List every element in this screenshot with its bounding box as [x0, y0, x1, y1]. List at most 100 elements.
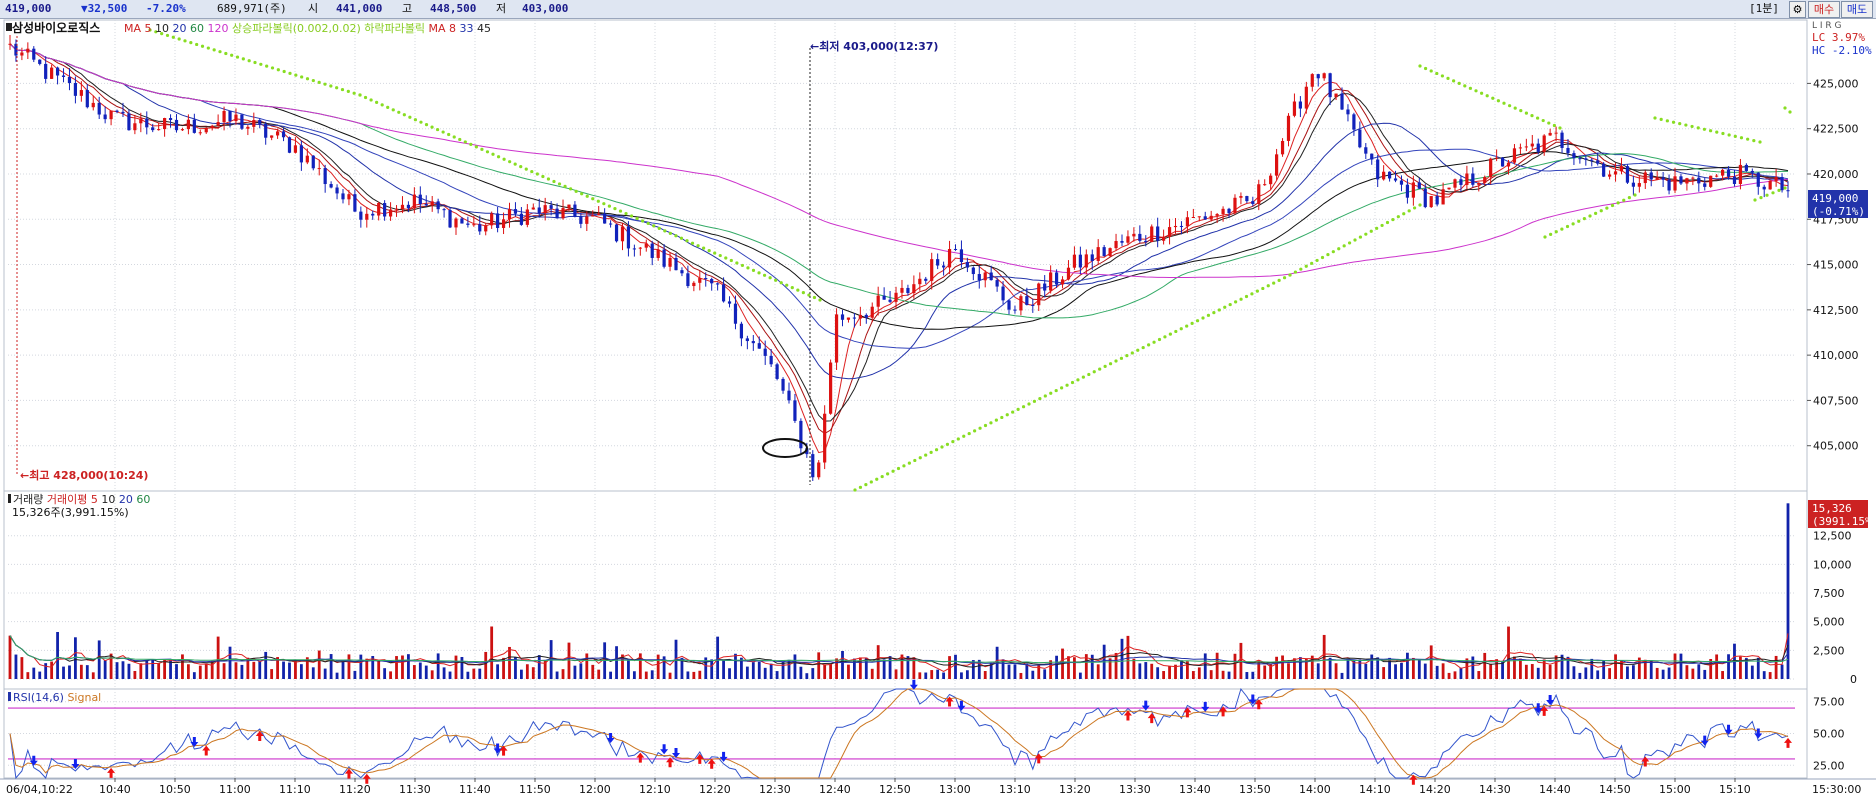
candle-body: [466, 223, 470, 225]
sar-dot: [380, 103, 384, 107]
volume-bar: [1287, 663, 1290, 679]
sar-dot: [502, 157, 506, 161]
candle-body: [751, 341, 755, 344]
volume-bar: [1631, 665, 1635, 679]
candle-body: [1512, 148, 1517, 163]
candle-body: [721, 284, 726, 302]
sar-dot: [419, 120, 423, 124]
volume-bar: [341, 660, 345, 679]
sar-dot: [757, 271, 761, 275]
candle-body: [1453, 179, 1457, 188]
candle-body: [769, 355, 773, 365]
sar-dot: [358, 93, 362, 97]
sar-dot: [690, 241, 695, 245]
candle-body: [1709, 175, 1713, 187]
volume-bar: [585, 653, 589, 679]
sar-dot: [1168, 332, 1172, 336]
sar-dot: [574, 189, 578, 193]
sar-dot: [1468, 86, 1472, 90]
candle-body: [1560, 132, 1564, 148]
candle-body: [198, 132, 202, 134]
sar-dot: [1125, 354, 1129, 358]
candle-body: [1037, 283, 1041, 306]
sar-dot: [812, 295, 817, 300]
volume-bar: [1762, 671, 1766, 679]
volume-bar: [781, 661, 785, 679]
candle-body: [1506, 162, 1511, 167]
candle-body: [531, 207, 535, 210]
volume-bar: [234, 662, 238, 679]
sar-dot: [1665, 119, 1669, 123]
sar-dot: [1337, 247, 1341, 251]
price-tick-label: 405,000: [1813, 440, 1859, 453]
volume-bar: [79, 664, 83, 679]
volume-bar: [401, 655, 404, 679]
sar-dot: [1541, 118, 1545, 123]
sar-dot: [1552, 123, 1556, 128]
candle-body: [1191, 217, 1195, 219]
sar-dot: [679, 236, 684, 240]
sar-dot: [875, 477, 879, 481]
sar-dot: [1000, 415, 1004, 420]
volume-bar: [930, 670, 934, 679]
volume-bar: [1245, 672, 1249, 679]
volume-bar: [1774, 655, 1778, 679]
legend-item: 거래이평: [43, 493, 87, 506]
candle-body: [555, 208, 559, 219]
volume-bar: [1661, 669, 1665, 679]
sar-dot: [508, 160, 512, 164]
candle-body: [383, 203, 387, 217]
sar-dot: [1092, 370, 1096, 374]
candle-body: [1590, 159, 1594, 161]
sar-dot: [1217, 308, 1221, 312]
sar-dot: [796, 288, 800, 292]
volume-bar: [1334, 663, 1338, 679]
sar-dot: [218, 50, 222, 54]
volume-bar: [609, 671, 612, 679]
legend-item: 하락파라볼릭: [361, 21, 425, 35]
sar-dot: [1702, 127, 1707, 131]
ma-line: [9, 43, 1788, 319]
sar-dot: [1239, 297, 1243, 301]
candle-body: [1584, 158, 1588, 160]
volume-bar: [1750, 665, 1754, 679]
candle-body: [1346, 109, 1350, 115]
x-tick-label: 11:10: [279, 783, 311, 796]
sar-dot: [1671, 120, 1676, 124]
sar-dot: [1081, 375, 1085, 379]
sar-dot: [1315, 258, 1319, 263]
candle-body: [1245, 196, 1249, 202]
volume-bar: [1043, 669, 1047, 679]
sar-dot: [1412, 206, 1417, 210]
candle-body: [900, 287, 904, 293]
volume-bar: [466, 671, 470, 679]
volume-bar: [448, 671, 452, 679]
candle-body: [662, 249, 666, 267]
volume-bar: [650, 670, 654, 679]
candle-body: [1292, 101, 1297, 116]
sar-dot: [329, 84, 333, 88]
low-label-text: ←최저 403,000(12:37): [810, 39, 938, 53]
volume-bar: [1459, 667, 1463, 679]
volume-bar: [1019, 672, 1023, 679]
candle-body: [1138, 233, 1142, 241]
candle-body: [323, 168, 327, 185]
candle-body: [1215, 214, 1219, 216]
volume-bar: [264, 651, 268, 679]
ma-line: [9, 43, 1789, 349]
volume-bar: [1406, 652, 1409, 679]
volume-bar: [1215, 652, 1219, 679]
volume-tick-label: 10,000: [1813, 558, 1852, 571]
candle-body: [995, 280, 999, 287]
sar-dot: [1272, 281, 1276, 285]
candle-body: [781, 378, 785, 391]
volume-bar: [960, 672, 963, 679]
candle-body: [1096, 247, 1100, 261]
candle-body: [127, 113, 131, 131]
sar-dot: [1108, 362, 1113, 366]
candle-body: [674, 257, 678, 271]
buy-arrow-icon: [1409, 774, 1418, 785]
legend-item: MA: [124, 22, 141, 35]
candle-body: [430, 201, 434, 206]
volume-bar: [1263, 665, 1267, 679]
